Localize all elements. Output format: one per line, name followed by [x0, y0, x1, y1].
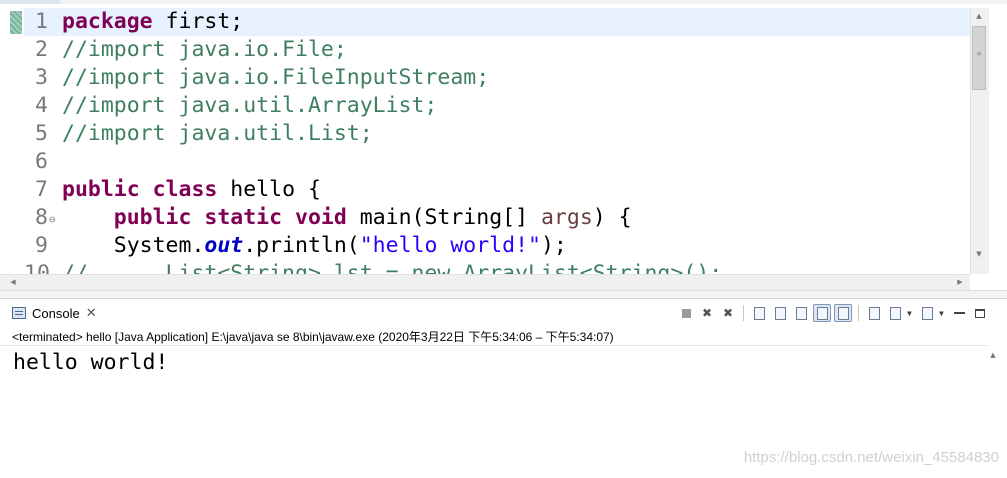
grip-icon: ≡ — [976, 49, 982, 58]
code-token: //import java.util.List; — [62, 121, 373, 146]
code-line[interactable]: 8 ⊖ public static void main(String[] args… — [0, 204, 970, 232]
code-editor[interactable]: 1 package first; 2 //import java.io.File; 3 /… — [0, 0, 1007, 290]
clear-console-icon[interactable] — [750, 304, 768, 322]
console-view: Console ✕ ✖ ✖ ▼ ▼ <terminated> hello [Ja… — [0, 298, 1007, 477]
code-token: out — [204, 233, 244, 258]
code-token: class — [152, 177, 218, 202]
code-text: public static void main(String[] args) { — [62, 204, 632, 232]
code-token: hello { — [217, 177, 321, 202]
line-number: 9 — [35, 233, 48, 258]
chevron-down-icon[interactable]: ▼ — [907, 309, 915, 318]
code-token: void — [295, 205, 347, 230]
watermark: https://blog.csdn.net/weixin_45584830 — [743, 449, 999, 466]
code-token: first; — [152, 9, 244, 34]
console-toolbar: ✖ ✖ ▼ ▼ — [677, 303, 989, 323]
code-text: //import java.util.List; — [62, 120, 373, 148]
code-line[interactable]: 6 — [0, 148, 970, 176]
remove-all-terminated-icon[interactable]: ✖ — [719, 304, 737, 322]
code-line[interactable]: 4 //import java.util.ArrayList; — [0, 92, 970, 120]
code-token: //import java.io.File; — [62, 37, 347, 62]
code-line[interactable]: 9 System.out.println("hello world!"); — [0, 232, 970, 260]
code-token: args — [540, 205, 593, 230]
line-number: 7 — [35, 177, 48, 202]
console-tab[interactable]: Console ✕ — [6, 301, 103, 325]
code-token: package — [62, 9, 153, 34]
console-icon — [12, 307, 26, 319]
code-token: ); — [540, 233, 567, 258]
code-text: System.out.println("hello world!"); — [62, 232, 567, 260]
code-token: ) { — [592, 205, 632, 230]
scroll-lock-icon[interactable] — [771, 304, 789, 322]
close-tab-icon[interactable]: ✕ — [86, 306, 97, 321]
scroll-up-arrow-icon[interactable]: ▲ — [986, 351, 1000, 359]
scroll-up-arrow-icon[interactable]: ▲ — [972, 12, 986, 20]
line-number: 1 — [35, 9, 48, 34]
show-on-stdout-icon[interactable] — [813, 304, 831, 322]
display-selected-console-icon[interactable] — [886, 304, 904, 322]
code-token: //import java.io.FileInputStream; — [62, 65, 490, 90]
code-token: static — [204, 205, 283, 230]
pin-console-icon[interactable] — [865, 304, 883, 322]
toolbar-separator — [743, 305, 744, 321]
editor-tab[interactable] — [0, 0, 60, 4]
code-line[interactable]: 7 public class hello { — [0, 176, 970, 204]
scroll-left-arrow-icon[interactable]: ◀ — [6, 278, 20, 286]
code-token: public — [113, 205, 192, 230]
line-number: 3 — [35, 65, 48, 90]
console-output-line: hello world! — [13, 350, 169, 375]
show-on-stderr-icon[interactable] — [834, 304, 852, 322]
code-line[interactable]: 1 package first; — [0, 8, 970, 36]
editor-horizontal-scrollbar[interactable] — [0, 274, 970, 290]
code-token: "hello world!" — [359, 233, 541, 258]
open-console-icon[interactable] — [918, 304, 936, 322]
code-text: //import java.util.ArrayList; — [62, 92, 437, 120]
code-line[interactable]: 3 //import java.io.FileInputStream; — [0, 64, 970, 92]
line-number: 8 — [35, 205, 48, 230]
code-text: package first; — [62, 8, 243, 36]
minimize-icon[interactable] — [950, 304, 968, 322]
code-token: //import java.util.ArrayList; — [62, 93, 438, 118]
line-number: 2 — [35, 37, 48, 62]
editor-tab-strip — [0, 0, 1007, 4]
launch-status: <terminated> hello [Java Application] E:… — [12, 330, 614, 344]
remove-launch-icon[interactable]: ✖ — [698, 304, 716, 322]
code-line[interactable]: 2 //import java.io.File; — [0, 36, 970, 64]
scroll-right-arrow-icon[interactable]: ▶ — [953, 278, 967, 286]
editor-scroll-thumb[interactable] — [972, 26, 986, 90]
line-number: 5 — [35, 121, 48, 146]
line-number: 6 — [35, 149, 48, 174]
chevron-down-icon[interactable]: ▼ — [939, 309, 947, 318]
code-text: //import java.io.FileInputStream; — [62, 64, 489, 92]
code-token: public — [62, 177, 140, 202]
terminate-icon[interactable] — [677, 304, 695, 322]
toolbar-separator — [858, 305, 859, 321]
word-wrap-icon[interactable] — [792, 304, 810, 322]
code-text: //import java.io.File; — [62, 36, 347, 64]
code-text: public class hello { — [62, 176, 321, 204]
code-line[interactable]: 5 //import java.util.List; — [0, 120, 970, 148]
code-token: .println( — [243, 233, 360, 258]
scroll-down-arrow-icon[interactable]: ▼ — [972, 250, 986, 258]
maximize-icon[interactable] — [971, 304, 989, 322]
code-token: System. — [62, 233, 205, 258]
fold-collapse-icon[interactable]: ⊖ — [49, 206, 56, 234]
console-tab-label: Console — [32, 305, 80, 321]
code-token: main(String[] — [346, 205, 541, 230]
line-number: 4 — [35, 93, 48, 118]
